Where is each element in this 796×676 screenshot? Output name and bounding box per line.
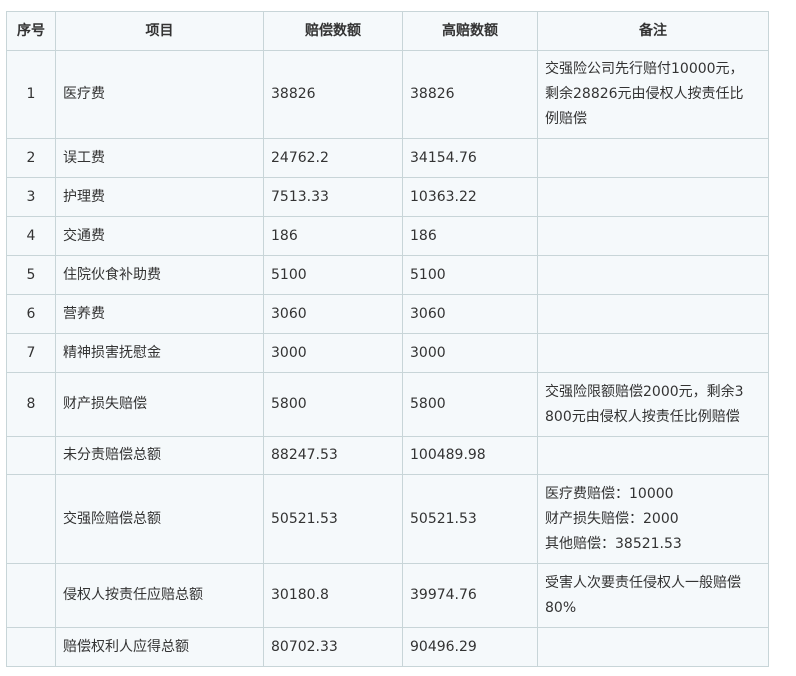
row-index: 2 — [6, 138, 56, 178]
row-high-amount: 34154.76 — [402, 138, 538, 178]
row-item: 误工费 — [55, 138, 264, 178]
row-note — [537, 255, 769, 295]
note-line: 受害人次要责任侵权人一般赔偿 — [545, 574, 741, 591]
table-row: 赔偿权利人应得总额 80702.33 90496.29 — [6, 627, 769, 667]
row-item: 未分责赔偿总额 — [55, 436, 264, 475]
row-note: 受害人次要责任侵权人一般赔偿 80% — [537, 563, 769, 628]
row-amount: 3060 — [263, 294, 403, 334]
row-index — [6, 627, 56, 667]
table-row: 1 医疗费 38826 38826 交强险公司先行赔付10000元， 剩余288… — [6, 50, 769, 139]
note-line: 医疗费赔偿：10000 — [545, 485, 674, 502]
row-amount: 80702.33 — [263, 627, 403, 667]
row-amount: 186 — [263, 216, 403, 256]
row-note — [537, 138, 769, 178]
header-amount: 赔偿数额 — [263, 11, 403, 51]
row-amount: 50521.53 — [263, 474, 403, 564]
row-high-amount: 5100 — [402, 255, 538, 295]
table-row: 侵权人按责任应赔总额 30180.8 39974.76 受害人次要责任侵权人一般… — [6, 563, 769, 628]
table-row: 交强险赔偿总额 50521.53 50521.53 医疗费赔偿：10000 财产… — [6, 474, 769, 564]
row-index: 4 — [6, 216, 56, 256]
row-index — [6, 436, 56, 475]
header-note: 备注 — [537, 11, 769, 51]
note-line: 剩余28826元由侵权人按责任比 — [545, 86, 744, 102]
row-item: 营养费 — [55, 294, 264, 334]
row-item: 赔偿权利人应得总额 — [55, 627, 264, 667]
row-index: 5 — [6, 255, 56, 295]
row-index: 6 — [6, 294, 56, 334]
row-high-amount: 50521.53 — [402, 474, 538, 564]
row-amount: 30180.8 — [263, 563, 403, 628]
row-amount: 38826 — [263, 50, 403, 139]
table-row: 6 营养费 3060 3060 — [6, 294, 769, 334]
table-row: 4 交通费 186 186 — [6, 216, 769, 256]
row-amount: 24762.2 — [263, 138, 403, 178]
note-line: 例赔偿 — [545, 111, 587, 127]
row-index — [6, 563, 56, 628]
header-high-amount: 高赔数额 — [402, 11, 538, 51]
row-note — [537, 627, 769, 667]
row-high-amount: 3000 — [402, 333, 538, 373]
row-item: 财产损失赔偿 — [55, 372, 264, 437]
table-row: 8 财产损失赔偿 5800 5800 交强险限额赔偿2000元，剩余3 800元… — [6, 372, 769, 437]
note-line: 财产损失赔偿：2000 — [545, 510, 679, 527]
header-item: 项目 — [55, 11, 264, 51]
note-line: 800元由侵权人按责任比例赔偿 — [545, 408, 740, 425]
row-item: 精神损害抚慰金 — [55, 333, 264, 373]
table-header-row: 序号 项目 赔偿数额 高赔数额 备注 — [6, 11, 769, 51]
note-line: 交强险限额赔偿2000元，剩余3 — [545, 383, 744, 400]
row-index — [6, 474, 56, 564]
table-row: 未分责赔偿总额 88247.53 100489.98 — [6, 436, 769, 475]
row-note: 交强险限额赔偿2000元，剩余3 800元由侵权人按责任比例赔偿 — [537, 372, 769, 437]
row-amount: 88247.53 — [263, 436, 403, 475]
row-high-amount: 3060 — [402, 294, 538, 334]
note-line: 其他赔偿：38521.53 — [545, 535, 682, 552]
row-high-amount: 39974.76 — [402, 563, 538, 628]
compensation-table: 序号 项目 赔偿数额 高赔数额 备注 1 医疗费 38826 38826 交强险… — [6, 11, 769, 667]
table-row: 2 误工费 24762.2 34154.76 — [6, 138, 769, 178]
row-high-amount: 90496.29 — [402, 627, 538, 667]
row-index: 7 — [6, 333, 56, 373]
row-item: 侵权人按责任应赔总额 — [55, 563, 264, 628]
table-row: 3 护理费 7513.33 10363.22 — [6, 177, 769, 217]
row-amount: 5100 — [263, 255, 403, 295]
row-note: 交强险公司先行赔付10000元， 剩余28826元由侵权人按责任比 例赔偿 — [537, 50, 769, 139]
row-amount: 5800 — [263, 372, 403, 437]
row-note — [537, 436, 769, 475]
row-high-amount: 186 — [402, 216, 538, 256]
row-amount: 3000 — [263, 333, 403, 373]
row-item: 住院伙食补助费 — [55, 255, 264, 295]
row-index: 1 — [6, 50, 56, 139]
table-row: 7 精神损害抚慰金 3000 3000 — [6, 333, 769, 373]
row-index: 3 — [6, 177, 56, 217]
row-note — [537, 177, 769, 217]
row-index: 8 — [6, 372, 56, 437]
row-item: 交通费 — [55, 216, 264, 256]
row-note: 医疗费赔偿：10000 财产损失赔偿：2000 其他赔偿：38521.53 — [537, 474, 769, 564]
note-line: 交强险公司先行赔付10000元， — [545, 61, 744, 77]
row-high-amount: 100489.98 — [402, 436, 538, 475]
header-index: 序号 — [6, 11, 56, 51]
table-row: 5 住院伙食补助费 5100 5100 — [6, 255, 769, 295]
row-high-amount: 10363.22 — [402, 177, 538, 217]
row-note — [537, 294, 769, 334]
row-item: 医疗费 — [55, 50, 264, 139]
row-note — [537, 216, 769, 256]
row-note — [537, 333, 769, 373]
row-item: 护理费 — [55, 177, 264, 217]
row-high-amount: 38826 — [402, 50, 538, 139]
note-line: 80% — [545, 599, 577, 616]
row-amount: 7513.33 — [263, 177, 403, 217]
row-high-amount: 5800 — [402, 372, 538, 437]
row-item: 交强险赔偿总额 — [55, 474, 264, 564]
